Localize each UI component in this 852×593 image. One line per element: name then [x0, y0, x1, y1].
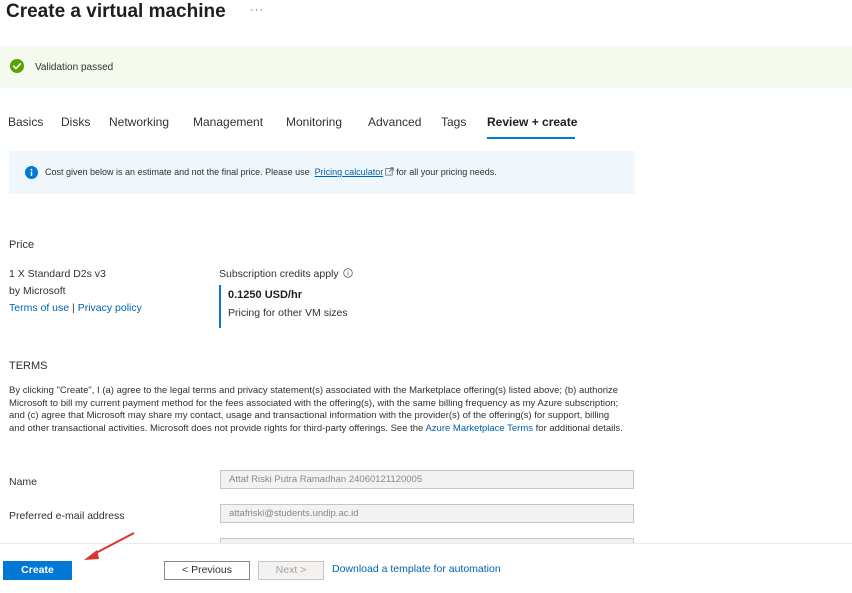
terms-heading: TERMS: [9, 360, 48, 372]
price-links: Terms of use | Privacy policy: [9, 302, 142, 314]
external-link-icon: [385, 167, 394, 176]
name-label: Name: [9, 476, 38, 488]
link-separator: |: [72, 302, 75, 314]
vm-publisher: by Microsoft: [9, 285, 66, 297]
validation-status-text: Validation passed: [35, 62, 114, 73]
price-accent-bar: [219, 285, 221, 328]
terms-of-use-link[interactable]: Terms of use: [9, 302, 69, 314]
check-circle-icon: [10, 59, 24, 73]
info-text-after: for all your pricing needs.: [396, 167, 497, 177]
tab-tags[interactable]: Tags: [441, 115, 466, 129]
tab-basics[interactable]: Basics: [8, 115, 43, 129]
download-template-link[interactable]: Download a template for automation: [332, 563, 501, 575]
next-button[interactable]: Next >: [258, 561, 324, 580]
email-label: Preferred e-mail address: [9, 510, 125, 522]
tab-disks[interactable]: Disks: [61, 115, 90, 129]
tab-management[interactable]: Management: [193, 115, 263, 129]
price-heading: Price: [9, 239, 35, 251]
pricing-other-vm-sizes-link[interactable]: Pricing for other VM sizes: [228, 307, 348, 319]
page-title: Create a virtual machine: [6, 1, 226, 22]
pricing-calculator-link[interactable]: Pricing calculator: [315, 167, 384, 177]
previous-button[interactable]: < Previous: [164, 561, 250, 580]
azure-marketplace-terms-link[interactable]: Azure Marketplace Terms: [425, 423, 533, 434]
terms-text: By clicking "Create", I (a) agree to the…: [9, 385, 624, 435]
info-text-before: Cost given below is an estimate and not …: [45, 167, 310, 177]
vm-product: 1 X Standard D2s v3: [9, 268, 106, 280]
validation-banner: [0, 46, 852, 88]
active-tab-indicator: [487, 137, 575, 139]
subscription-credits: Subscription credits apply: [219, 268, 353, 280]
annotation-arrow-icon: [84, 532, 135, 560]
terms-body-end: for additional details.: [535, 422, 623, 434]
tab-monitoring[interactable]: Monitoring: [286, 115, 342, 129]
privacy-policy-link[interactable]: Privacy policy: [78, 302, 142, 314]
email-field[interactable]: [220, 504, 634, 523]
pricing-info-text: Cost given below is an estimate and not …: [45, 167, 497, 177]
info-circle-icon[interactable]: [342, 268, 353, 278]
more-options-button[interactable]: ···: [250, 4, 264, 16]
name-field[interactable]: [220, 470, 634, 489]
create-button[interactable]: Create: [3, 561, 72, 580]
tab-networking[interactable]: Networking: [109, 115, 169, 129]
tab-advanced[interactable]: Advanced: [368, 115, 421, 129]
hourly-rate: 0.1250 USD/hr: [228, 289, 302, 301]
tab-review-create[interactable]: Review + create: [487, 115, 577, 129]
subscription-credits-label: Subscription credits apply: [219, 268, 339, 280]
info-icon: [25, 166, 38, 179]
